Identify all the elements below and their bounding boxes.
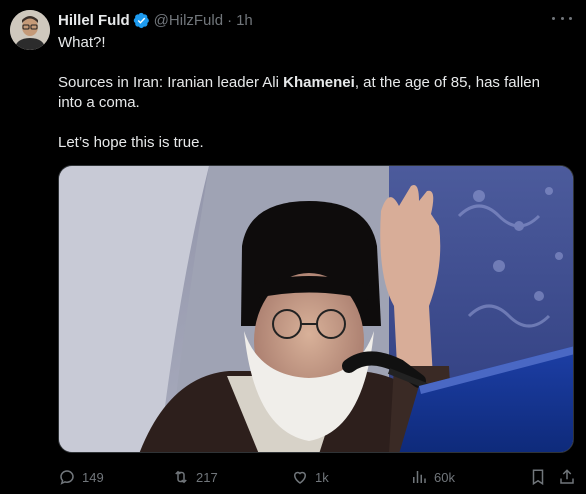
media-photo (59, 166, 573, 452)
verified-badge-icon (133, 12, 149, 28)
author-avatar[interactable] (10, 10, 50, 50)
tweet-line-2: Sources in Iran: Iranian leader Ali Kham… (58, 73, 568, 113)
like-count: 1k (315, 469, 329, 485)
avatar-image (10, 10, 50, 50)
more-icon[interactable] (552, 12, 572, 24)
views-icon (413, 471, 426, 483)
tweet-media-image[interactable] (58, 165, 574, 453)
views-button[interactable]: 60k (410, 466, 455, 488)
like-button[interactable]: 1k (291, 466, 329, 488)
separator-dot: · (227, 11, 233, 29)
tweet-line-3: Let’s hope this is true. (58, 134, 204, 151)
tweet-time[interactable]: 1h (236, 12, 253, 29)
tweet-line-2-pre: Sources in Iran: Iranian leader Ali (58, 74, 284, 91)
tweet-line-2-bold[interactable]: Khamenei (283, 74, 355, 91)
reply-count: 149 (82, 469, 104, 485)
reply-button[interactable]: 149 (58, 466, 104, 488)
tweet-actions: 149 217 1k 60k (58, 466, 574, 488)
repost-count: 217 (196, 469, 218, 485)
views-count: 60k (434, 469, 455, 485)
share-icon[interactable] (558, 468, 576, 486)
repost-icon (175, 470, 187, 484)
tweet-line-1: What?! (58, 34, 106, 51)
author-name[interactable]: Hillel Fuld (58, 12, 130, 29)
tweet-header: Hillel Fuld @HilzFuld · 1h (58, 10, 253, 30)
like-icon (293, 471, 307, 484)
tweet-text: What?! Sources in Iran: Iranian leader A… (58, 33, 568, 153)
repost-button[interactable]: 217 (172, 466, 218, 488)
reply-icon (60, 470, 74, 485)
author-handle[interactable]: @HilzFuld (154, 12, 223, 29)
bookmark-icon[interactable] (529, 468, 547, 486)
